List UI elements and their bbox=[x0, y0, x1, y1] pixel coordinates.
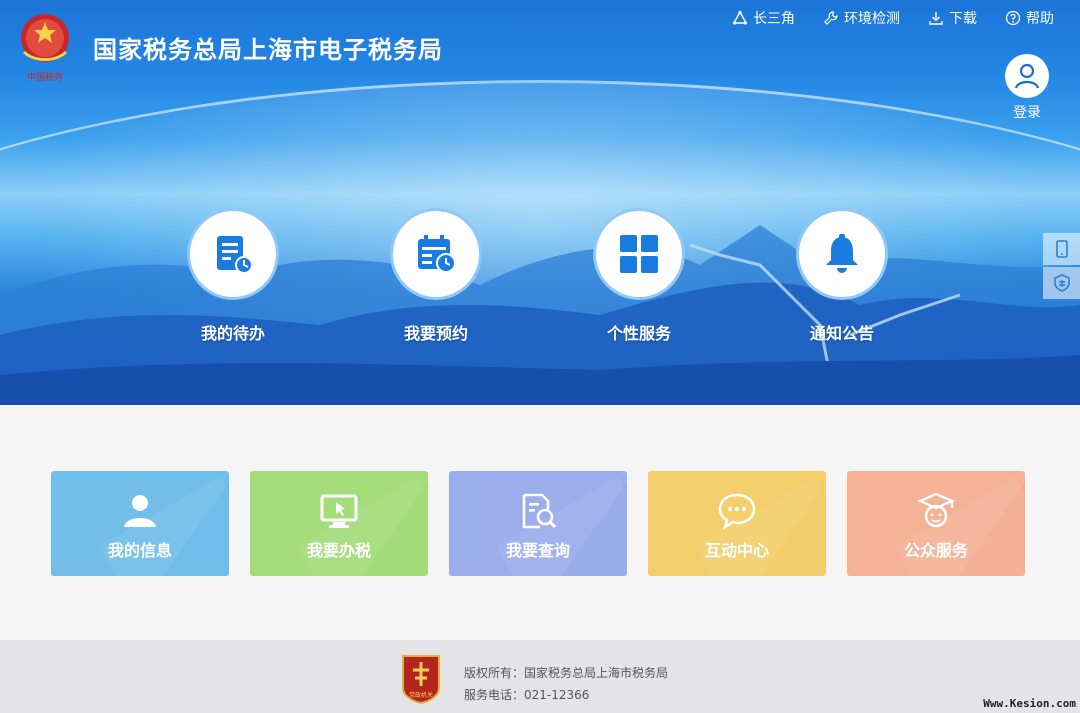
hero-item-label: 我的待办 bbox=[200, 324, 265, 343]
great-wall-mountains bbox=[0, 225, 1080, 405]
login-avatar bbox=[1005, 54, 1049, 98]
hero-item-ring bbox=[796, 208, 888, 300]
top-link-environment-check[interactable]: 环境检测 bbox=[823, 8, 900, 28]
footer-copyright: 版权所有：国家税务总局上海市税务局 bbox=[464, 666, 669, 680]
government-badge-icon[interactable]: 党政机关 bbox=[400, 652, 442, 704]
svg-text:党政机关: 党政机关 bbox=[409, 691, 433, 699]
card-interaction-center[interactable]: 互动中心 bbox=[648, 471, 826, 576]
search-document-icon bbox=[522, 493, 557, 529]
hero-banner: 中国税务 国家税务总局上海市电子税务局 长三角 环境检测 下载 帮助 登录 我的… bbox=[0, 0, 1080, 405]
tax-shield-icon bbox=[1053, 274, 1070, 292]
side-btn-mobile[interactable] bbox=[1043, 233, 1080, 265]
grid-icon bbox=[620, 235, 658, 273]
card-query[interactable]: 我要查询 bbox=[449, 471, 627, 576]
card-public-service[interactable]: 公众服务 bbox=[847, 471, 1025, 576]
hero-item-ring bbox=[593, 208, 685, 300]
login-label: 登录 bbox=[1013, 105, 1041, 121]
card-label: 我要办税 bbox=[306, 541, 371, 560]
top-links: 长三角 环境检测 下载 帮助 bbox=[732, 8, 1054, 28]
wrench-icon bbox=[824, 11, 838, 25]
bell-icon bbox=[826, 234, 858, 273]
side-toolbar bbox=[1043, 233, 1080, 301]
card-label: 公众服务 bbox=[903, 541, 968, 560]
top-link-label: 下载 bbox=[949, 11, 977, 27]
hero-item-ring bbox=[390, 208, 482, 300]
watermark: Www.Kesion.com bbox=[983, 697, 1076, 710]
chat-icon bbox=[718, 493, 756, 530]
top-link-label: 帮助 bbox=[1026, 11, 1054, 27]
top-link-help[interactable]: 帮助 bbox=[1005, 8, 1054, 28]
top-link-yangtze-delta[interactable]: 长三角 bbox=[732, 8, 795, 28]
triangle-network-icon bbox=[732, 10, 748, 25]
hero-item-label: 个性服务 bbox=[606, 324, 671, 343]
hero-item-appointment[interactable]: 我要预约 bbox=[376, 208, 496, 344]
tax-emblem-logo: 中国税务 bbox=[21, 14, 69, 83]
side-btn-tax[interactable] bbox=[1043, 267, 1080, 299]
card-label: 我的信息 bbox=[107, 541, 172, 560]
mobile-icon bbox=[1055, 240, 1068, 258]
todo-list-icon bbox=[217, 236, 253, 274]
help-icon bbox=[1005, 10, 1021, 26]
monitor-icon bbox=[320, 494, 358, 528]
card-tax-filing[interactable]: 我要办税 bbox=[250, 471, 428, 576]
footer-phone: 服务电话：021-12366 bbox=[464, 688, 590, 702]
download-icon bbox=[929, 12, 943, 25]
hero-item-ring bbox=[187, 208, 279, 300]
calendar-clock-icon bbox=[418, 235, 456, 273]
card-label: 互动中心 bbox=[704, 541, 769, 560]
graduate-icon bbox=[917, 492, 955, 528]
footer-info: 版权所有：国家税务总局上海市税务局 服务电话：021-12366 bbox=[464, 662, 668, 706]
hero-item-label: 我要预约 bbox=[403, 324, 468, 343]
svg-text:中国税务: 中国税务 bbox=[27, 71, 63, 83]
top-link-download[interactable]: 下载 bbox=[928, 8, 977, 28]
hero-item-my-todo[interactable]: 我的待办 bbox=[173, 208, 293, 344]
user-icon bbox=[1014, 63, 1040, 89]
card-label: 我要查询 bbox=[505, 541, 570, 560]
hero-item-personal-service[interactable]: 个性服务 bbox=[579, 208, 699, 344]
user-icon bbox=[124, 495, 156, 527]
top-link-label: 长三角 bbox=[753, 11, 795, 27]
hero-item-notice[interactable]: 通知公告 bbox=[782, 208, 902, 344]
hero-item-label: 通知公告 bbox=[809, 324, 874, 343]
card-my-info[interactable]: 我的信息 bbox=[51, 471, 229, 576]
login-button[interactable]: 登录 bbox=[1003, 54, 1051, 122]
site-title: 国家税务总局上海市电子税务局 bbox=[93, 36, 443, 64]
top-link-label: 环境检测 bbox=[844, 11, 900, 27]
